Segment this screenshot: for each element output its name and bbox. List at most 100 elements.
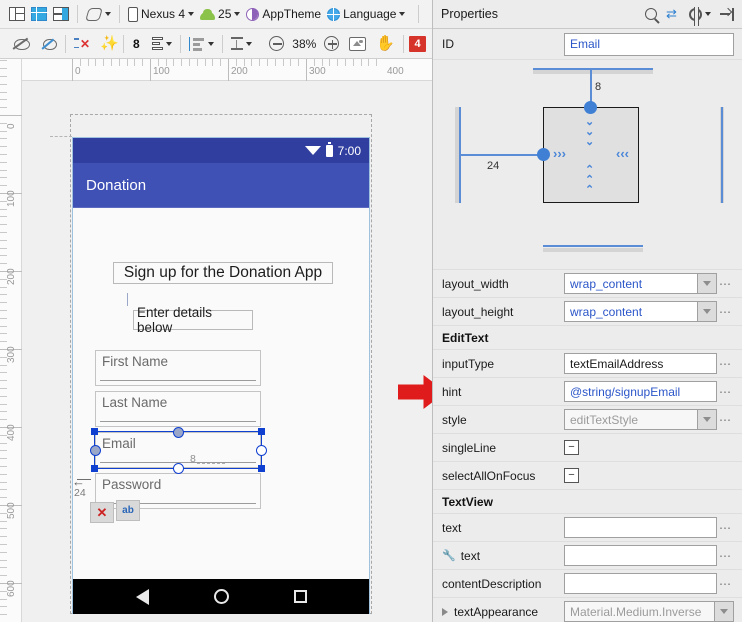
ruler-tick [274, 59, 276, 66]
layout-content-area[interactable]: Sign up for the Donation App Enter detai… [73, 208, 369, 579]
ruler-tick [0, 333, 7, 335]
properties-settings-button[interactable] [689, 6, 711, 26]
ruler-tick [352, 59, 354, 66]
ruler-tick [290, 59, 292, 66]
text-attribute-chip[interactable]: ab [116, 500, 140, 521]
ruler-tick [103, 59, 105, 66]
layout-height-dropdown[interactable] [698, 301, 717, 322]
contentdescription-more-button[interactable]: ⋯ [717, 577, 734, 591]
ruler-tick [0, 411, 7, 413]
property-key-inputtype: inputType [442, 356, 495, 371]
hand-icon: ✋ [376, 34, 395, 52]
ruler-tick [0, 177, 7, 179]
layout-height-more-button[interactable]: ⋯ [717, 305, 734, 319]
text-designtime-input[interactable] [564, 545, 717, 566]
cw-margin-left-label[interactable]: 24 [487, 160, 499, 172]
zoom-to-fit-button[interactable] [346, 33, 369, 55]
hide-constraints-button[interactable] [10, 33, 33, 55]
api-level-selector[interactable]: 25 [197, 3, 243, 25]
align-button[interactable] [186, 33, 217, 55]
cw-margin-top-label[interactable]: 8 [595, 81, 601, 93]
subtitle-textview[interactable]: Enter details below [133, 305, 253, 335]
hint-more-button[interactable]: ⋯ [717, 385, 734, 399]
section-header-textview: TextView [433, 490, 742, 514]
ruler-tick [189, 59, 190, 66]
zoom-out-button[interactable] [266, 33, 287, 55]
contentdescription-input[interactable] [564, 573, 717, 594]
orientation-button[interactable] [83, 3, 114, 25]
textappearance-input[interactable]: Material.Medium.Inverse [564, 601, 715, 622]
property-value-wrap-style: editTextStyle ⋯ [564, 409, 734, 430]
sort-properties-button[interactable]: ⇄ [666, 7, 682, 20]
layout-width-more-button[interactable]: ⋯ [717, 277, 734, 291]
language-selector[interactable]: Language [324, 3, 408, 25]
wrench-icon: 🔧 [442, 550, 456, 562]
text-more-button[interactable]: ⋯ [717, 521, 734, 535]
search-button[interactable] [645, 8, 657, 20]
theme-selector[interactable]: AppTheme [243, 3, 324, 25]
ruler-tick [142, 59, 144, 66]
ruler-tick [0, 60, 7, 62]
layout-width-input[interactable]: wrap_content [564, 273, 698, 294]
device-selector[interactable]: Nexus 4 [125, 3, 197, 25]
pan-tool-button[interactable]: ✋ [373, 33, 398, 55]
layout-height-input[interactable]: wrap_content [564, 301, 698, 322]
design-canvas[interactable]: 7:00 Donation Sign up for the Donation A… [0, 59, 432, 622]
style-more-button[interactable]: ⋯ [717, 413, 734, 427]
email-edittext[interactable]: Email [95, 432, 261, 468]
singleline-checkbox[interactable]: − [564, 440, 579, 455]
constraint-line-top [127, 293, 129, 306]
clear-all-constraints-button[interactable]: ✕ [71, 33, 93, 55]
chevron-down-icon [399, 12, 406, 16]
infer-constraints-button[interactable]: ✨ [97, 33, 119, 55]
cw-anchor-left[interactable] [537, 148, 550, 161]
title-textview[interactable]: Sign up for the Donation App [113, 262, 333, 284]
guideline-button[interactable] [228, 33, 255, 55]
ruler-tick [0, 442, 7, 444]
selectallonfocus-checkbox[interactable]: − [564, 468, 579, 483]
ruler-tick [0, 403, 7, 405]
default-margin-button[interactable] [144, 33, 175, 55]
design-blueprint-split-button[interactable] [50, 3, 72, 25]
issue-count-badge[interactable]: 4 [409, 35, 426, 52]
property-row-hint: hint @string/signupEmail ⋯ [433, 378, 742, 406]
hint-input[interactable]: @string/signupEmail [564, 381, 717, 402]
default-margin-value[interactable]: 8 [129, 37, 144, 51]
ruler-tick [118, 59, 120, 66]
design-view-button[interactable] [6, 3, 28, 25]
property-key-textappearance-label: textAppearance [454, 604, 539, 619]
last-name-edittext[interactable]: Last Name [95, 391, 261, 427]
layout-width-dropdown[interactable] [698, 273, 717, 294]
cw-widget-box[interactable]: ⌄ ⌄ ⌄ ⌃ ⌃ ⌃ ››› ‹‹‹ [543, 107, 639, 203]
ruler-label-v: 500 [6, 502, 17, 519]
id-input[interactable]: Email [564, 32, 734, 56]
device-preview[interactable]: 7:00 Donation Sign up for the Donation A… [72, 137, 370, 614]
ruler-tick [0, 99, 7, 101]
ruler-tick [220, 59, 222, 66]
toolbar-separator [119, 5, 120, 23]
text-designtime-more-button[interactable]: ⋯ [717, 549, 734, 563]
ruler-tick [0, 614, 7, 616]
delete-constraints-chip[interactable]: ✕ [90, 502, 114, 523]
textappearance-dropdown[interactable] [715, 601, 734, 622]
show-constraints-button[interactable] [39, 33, 60, 55]
style-dropdown[interactable] [698, 409, 717, 430]
inputtype-more-button[interactable]: ⋯ [717, 357, 734, 371]
property-key-text: text [442, 520, 462, 535]
ruler-tick [0, 107, 7, 109]
ruler-tick [0, 294, 7, 296]
collapse-pane-button[interactable] [720, 7, 735, 21]
first-name-edittext[interactable]: First Name [95, 350, 261, 386]
expand-triangle-icon[interactable] [442, 607, 448, 616]
design-surface[interactable]: 7:00 Donation Sign up for the Donation A… [22, 81, 432, 622]
blueprint-view-button[interactable] [28, 3, 50, 25]
inputtype-input[interactable]: textEmailAddress [564, 353, 717, 374]
zoom-in-button[interactable] [321, 33, 342, 55]
style-input[interactable]: editTextStyle [564, 409, 698, 430]
ruler-tick [368, 59, 370, 66]
ruler-tick [345, 59, 346, 66]
text-input[interactable] [564, 517, 717, 538]
constraint-widget[interactable]: 8 24 ⌄ ⌄ ⌄ ⌃ ⌃ ⌃ ››› ‹‹‹ [433, 60, 742, 270]
cw-anchor-top[interactable] [584, 101, 597, 114]
ruler-tick [0, 559, 7, 561]
